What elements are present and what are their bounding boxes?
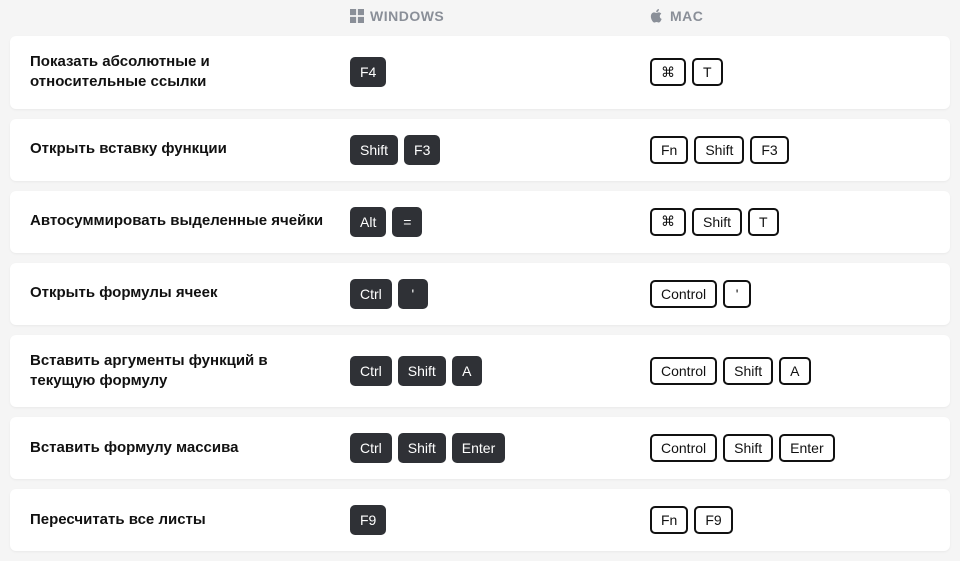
mac-keys: ⌘T	[650, 58, 950, 86]
key-dark: Shift	[398, 356, 446, 386]
shortcut-description: Открыть формулы ячеек	[30, 283, 350, 303]
shortcut-row: Пересчитать все листыF9FnF9	[10, 489, 950, 551]
key-dark: Shift	[398, 433, 446, 463]
mac-keys: ControlShiftA	[650, 357, 950, 385]
key-light: F9	[694, 506, 732, 534]
shortcut-row: Вставить формулу массиваCtrlShiftEnterCo…	[10, 417, 950, 479]
key-dark: Alt	[350, 207, 386, 237]
key-light: Shift	[692, 208, 742, 236]
key-light: '	[723, 280, 751, 308]
key-light: Enter	[779, 434, 834, 462]
key-dark: '	[398, 279, 428, 309]
shortcut-row: Автосуммировать выделенные ячейкиAlt=⌘Sh…	[10, 191, 950, 253]
apple-icon	[650, 9, 664, 23]
shortcut-description: Пересчитать все листы	[30, 510, 350, 530]
key-light: Shift	[723, 434, 773, 462]
shortcut-row: Открыть формулы ячеекCtrl'Control'	[10, 263, 950, 325]
shortcut-row: Открыть вставку функцииShiftF3FnShiftF3	[10, 119, 950, 181]
windows-header: WINDOWS	[350, 8, 650, 24]
key-light: A	[779, 357, 810, 385]
windows-keys: F4	[350, 57, 650, 87]
key-dark: Ctrl	[350, 279, 392, 309]
mac-keys: ⌘ShiftT	[650, 208, 950, 236]
mac-label: MAC	[670, 8, 703, 24]
key-dark: A	[452, 356, 482, 386]
key-light: F3	[750, 136, 788, 164]
mac-header: MAC	[650, 8, 950, 24]
shortcut-description: Показать абсолютные и относительные ссыл…	[30, 52, 350, 93]
shortcut-row: Вставить аргументы функций в текущую фор…	[10, 335, 950, 408]
os-header-row: WINDOWS MAC	[10, 0, 950, 36]
key-dark: Ctrl	[350, 356, 392, 386]
windows-label: WINDOWS	[370, 8, 444, 24]
shortcut-description: Вставить аргументы функций в текущую фор…	[30, 351, 350, 392]
shortcut-description: Вставить формулу массива	[30, 438, 350, 458]
windows-keys: CtrlShiftEnter	[350, 433, 650, 463]
mac-keys: ControlShiftEnter	[650, 434, 950, 462]
key-light: Control	[650, 357, 717, 385]
key-dark: Ctrl	[350, 433, 392, 463]
key-dark: F4	[350, 57, 386, 87]
key-light: T	[748, 208, 779, 236]
key-dark: Enter	[452, 433, 505, 463]
windows-keys: CtrlShiftA	[350, 356, 650, 386]
key-light: Shift	[694, 136, 744, 164]
key-light: Fn	[650, 506, 688, 534]
key-dark: =	[392, 207, 422, 237]
key-dark: Shift	[350, 135, 398, 165]
windows-keys: Ctrl'	[350, 279, 650, 309]
shortcut-row: Показать абсолютные и относительные ссыл…	[10, 36, 950, 109]
windows-icon	[350, 9, 364, 23]
windows-keys: ShiftF3	[350, 135, 650, 165]
key-light: Control	[650, 434, 717, 462]
key-light: Fn	[650, 136, 688, 164]
shortcut-description: Открыть вставку функции	[30, 139, 350, 159]
mac-keys: FnShiftF3	[650, 136, 950, 164]
key-light: Control	[650, 280, 717, 308]
mac-keys: Control'	[650, 280, 950, 308]
key-light: Shift	[723, 357, 773, 385]
key-dark: F9	[350, 505, 386, 535]
shortcut-description: Автосуммировать выделенные ячейки	[30, 211, 350, 231]
key-light: ⌘	[650, 58, 686, 86]
header-spacer	[30, 8, 350, 24]
windows-keys: Alt=	[350, 207, 650, 237]
mac-keys: FnF9	[650, 506, 950, 534]
key-light: ⌘	[650, 208, 686, 236]
windows-keys: F9	[350, 505, 650, 535]
key-dark: F3	[404, 135, 440, 165]
key-light: T	[692, 58, 723, 86]
